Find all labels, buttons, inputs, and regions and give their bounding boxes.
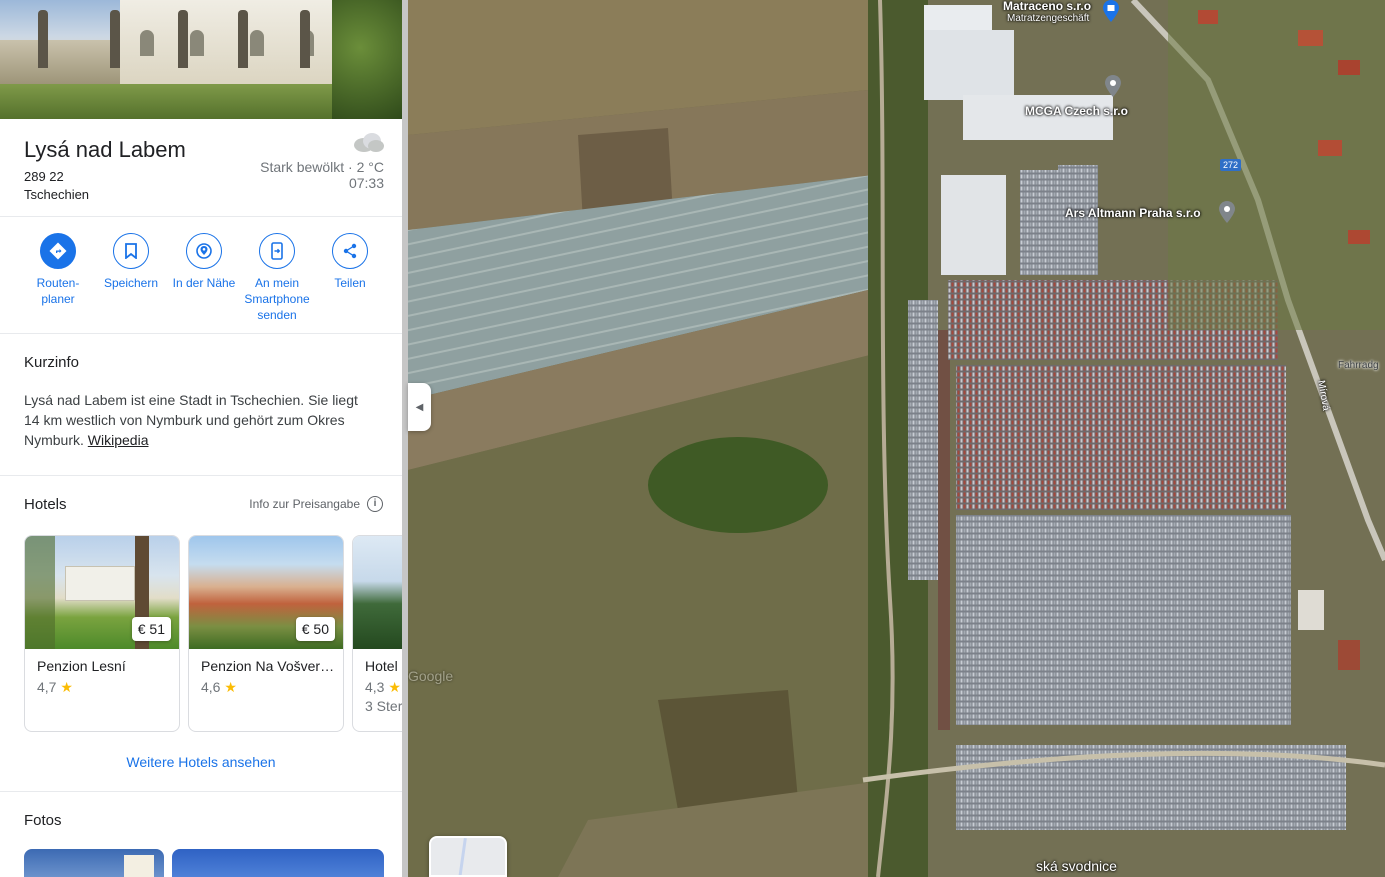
wikipedia-link[interactable]: Wikipedia	[88, 432, 149, 448]
weather-time: 07:33	[348, 175, 384, 191]
phone-icon	[271, 242, 283, 260]
satellite-imagery	[408, 0, 1385, 877]
hotel-class: 3 Ster	[365, 698, 402, 714]
weather-description: Stark bewölkt · 2 °C	[260, 159, 384, 175]
hotel-price: € 50	[295, 617, 335, 641]
about-text: Lysá nad Labem ist eine Stadt in Tschech…	[24, 392, 358, 448]
cloud-icon	[354, 133, 384, 152]
action-bar: Routen- planer Speichern In der Nähe An …	[0, 217, 402, 334]
hotel-name: Penzion Na Vošver…	[201, 658, 335, 674]
shopping-pin-icon[interactable]	[1103, 0, 1119, 22]
hotel-price: € 51	[131, 617, 171, 641]
info-icon[interactable]: i	[367, 496, 383, 512]
layer-switcher[interactable]	[429, 836, 507, 877]
directions-button[interactable]: Routen- planer	[18, 233, 98, 307]
photos-title: Fotos	[24, 812, 62, 829]
hotel-card[interactable]: € 51 Penzion Lesní 4,7 ★	[24, 535, 180, 732]
hotel-rating: 4,6 ★	[201, 679, 237, 695]
satellite-map[interactable]: Matraceno s.r.o Matratzengeschäft MCGA C…	[408, 0, 1385, 877]
place-title: Lysá nad Labem	[24, 137, 186, 162]
map-label-ars[interactable]: Ars Altmann Praha s.r.o	[1065, 206, 1201, 220]
photos-section: Fotos	[0, 792, 402, 877]
more-hotels-button[interactable]: Weitere Hotels ansehen	[0, 754, 402, 770]
send-to-phone-button[interactable]: An mein Smartphone senden	[237, 233, 317, 323]
chevron-left-icon: ◀	[415, 401, 424, 413]
map-label-matraceno[interactable]: Matraceno s.r.o	[1003, 0, 1091, 13]
price-info-link[interactable]: Info zur Preisangabe	[249, 497, 360, 511]
nearby-icon	[196, 243, 212, 259]
nearby-label: In der Nähe	[172, 276, 236, 290]
location-pin-icon[interactable]	[1105, 75, 1121, 97]
hotel-card[interactable]: € 50 Penzion Na Vošver… 4,6 ★	[188, 535, 344, 732]
map-label-svodnice: ská svodnice	[1036, 858, 1117, 874]
hotel-photo	[353, 536, 402, 649]
directions-icon	[49, 242, 67, 260]
nearby-button[interactable]: In der Nähe	[164, 233, 244, 291]
location-pin-icon[interactable]	[1219, 201, 1235, 223]
road-shield-272: 272	[1220, 159, 1242, 171]
bookmark-icon	[125, 243, 137, 259]
save-button[interactable]: Speichern	[91, 233, 171, 291]
about-title: Kurzinfo	[24, 354, 80, 371]
hotel-photo: € 50	[189, 536, 343, 649]
star-icon: ★	[60, 679, 73, 695]
share-label: Teilen	[334, 276, 366, 290]
place-zip: 289 22	[24, 169, 64, 184]
collapse-panel-button[interactable]: ◀	[408, 383, 431, 431]
hotel-rating: 4,3 ★	[365, 679, 401, 695]
hotels-section: Hotels Info zur Preisangabe i € 51 Penzi…	[0, 476, 402, 792]
send-to-phone-label: An mein Smartphone senden	[244, 276, 310, 322]
hotel-name: Penzion Lesní	[37, 658, 126, 674]
directions-label: Routen- planer	[36, 276, 80, 306]
google-watermark: Google	[408, 668, 454, 684]
photo-thumbnail[interactable]	[24, 849, 164, 877]
place-country: Tschechien	[24, 187, 90, 202]
share-button[interactable]: Teilen	[310, 233, 390, 291]
map-label-matratzen: Matratzengeschäft	[1007, 13, 1090, 24]
map-label-fahrrad: Fahrradg	[1338, 360, 1379, 371]
hotel-photo: € 51	[25, 536, 179, 649]
photo-thumbnail[interactable]	[172, 849, 384, 877]
hotel-rating: 4,7 ★	[37, 679, 73, 695]
place-panel: Lysá nad Labem 289 22 Tschechien Stark b…	[0, 0, 402, 877]
about-section: Kurzinfo Lysá nad Labem ist eine Stadt i…	[0, 334, 402, 476]
map-label-mcga[interactable]: MCGA Czech s.r.o	[1025, 104, 1128, 118]
hotel-name: Hotel	[365, 658, 398, 674]
hotels-title: Hotels	[24, 496, 67, 513]
star-icon: ★	[224, 679, 237, 695]
share-icon	[343, 243, 357, 259]
star-icon: ★	[388, 679, 401, 695]
save-label: Speichern	[103, 276, 159, 290]
place-header: Lysá nad Labem 289 22 Tschechien Stark b…	[0, 119, 402, 217]
hotel-card[interactable]: Hotel 4,3 ★ 3 Ster	[352, 535, 402, 732]
google-maps-app: Lysá nad Labem 289 22 Tschechien Stark b…	[0, 0, 1385, 877]
place-hero-photo[interactable]	[0, 0, 402, 119]
